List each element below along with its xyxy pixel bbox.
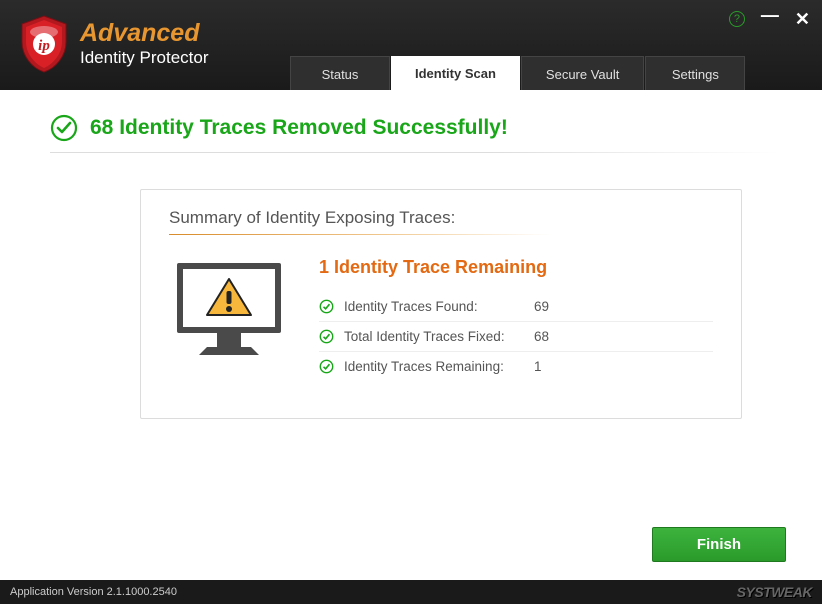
vendor-logo: SYSTWEAK: [737, 584, 812, 600]
check-icon: [319, 359, 334, 374]
tab-identity-scan[interactable]: Identity Scan: [391, 56, 520, 90]
summary-title: Summary of Identity Exposing Traces:: [169, 208, 713, 228]
version-label: Application Version 2.1.1000.2540: [10, 586, 177, 598]
stat-value: 1: [534, 359, 542, 374]
main-panel: 68 Identity Traces Removed Successfully!…: [0, 90, 822, 580]
check-icon: [319, 299, 334, 314]
brand-subtitle: Identity Protector: [80, 48, 209, 68]
result-headline: 68 Identity Traces Removed Successfully!: [90, 116, 508, 140]
stat-value: 68: [534, 329, 549, 344]
stat-value: 69: [534, 299, 549, 314]
stat-row: Identity Traces Remaining: 1: [319, 352, 713, 381]
tab-bar: Status Identity Scan Secure Vault Settin…: [290, 56, 745, 90]
brand: ip Advanced Identity Protector: [0, 0, 209, 74]
stats-block: 1 Identity Trace Remaining Identity Trac…: [319, 257, 713, 381]
brand-title: Advanced: [80, 21, 209, 46]
stat-row: Identity Traces Found: 69: [319, 292, 713, 322]
help-icon[interactable]: ?: [729, 11, 745, 27]
close-button[interactable]: ✕: [795, 10, 810, 28]
stat-label: Identity Traces Remaining:: [344, 359, 534, 374]
remaining-title: 1 Identity Trace Remaining: [319, 257, 713, 278]
monitor-warning-icon: [169, 257, 289, 367]
success-check-icon: [50, 114, 78, 142]
tab-status[interactable]: Status: [290, 56, 390, 90]
divider: [50, 152, 782, 153]
status-bar: Application Version 2.1.1000.2540 SYSTWE…: [0, 580, 822, 604]
stat-label: Total Identity Traces Fixed:: [344, 329, 534, 344]
check-icon: [319, 329, 334, 344]
summary-card: Summary of Identity Exposing Traces: 1 I…: [140, 189, 742, 419]
stat-label: Identity Traces Found:: [344, 299, 534, 314]
app-logo-icon: ip: [18, 14, 70, 74]
stat-row: Total Identity Traces Fixed: 68: [319, 322, 713, 352]
tab-secure-vault[interactable]: Secure Vault: [521, 56, 644, 90]
titlebar: ip Advanced Identity Protector ? — ✕ Sta…: [0, 0, 822, 90]
tab-settings[interactable]: Settings: [645, 56, 745, 90]
divider: [169, 234, 713, 235]
minimize-button[interactable]: —: [761, 6, 779, 24]
svg-text:ip: ip: [38, 38, 50, 54]
finish-button[interactable]: Finish: [652, 527, 786, 562]
